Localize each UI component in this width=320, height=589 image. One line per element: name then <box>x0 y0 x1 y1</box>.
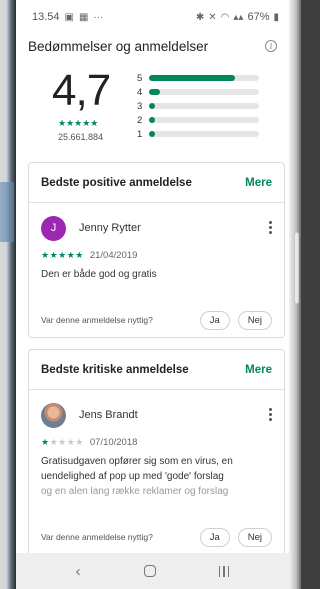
helpful-row: Var denne anmeldelse nyttig? Ja Nej <box>29 303 284 337</box>
histogram-row: 3 <box>137 99 267 113</box>
histogram-label: 3 <box>137 100 143 112</box>
card-title: Bedste kritiske anmeldelse <box>41 363 189 376</box>
image-icon: ▣ <box>64 11 74 23</box>
photo-frame-left <box>0 0 16 589</box>
histogram-row: 2 <box>137 113 267 127</box>
review-date: 21/04/2019 <box>89 249 138 261</box>
critical-review-card: Bedste kritiske anmeldelse Mere Jens Bra… <box>28 349 285 559</box>
home-icon[interactable] <box>143 565 156 577</box>
review-meta: ★★★★★ 21/04/2019 <box>29 247 284 263</box>
more-options-icon[interactable] <box>268 221 272 234</box>
histogram-label: 2 <box>137 114 143 126</box>
ratings-header: Bedømmelser og anmeldelser i <box>16 34 289 58</box>
review-text: Den er både god og gratis <box>41 269 157 280</box>
card-title: Bedste positive anmeldelse <box>41 176 192 189</box>
histogram-label: 5 <box>137 72 143 84</box>
review-stars-empty: ★★★★ <box>49 436 84 447</box>
histogram-row: 5 <box>137 71 267 85</box>
review-text-line: Gratisudgaven opfører sig som en virus, … <box>41 456 233 467</box>
histogram-label: 1 <box>137 128 143 140</box>
helpful-no-button[interactable]: Nej <box>237 527 272 547</box>
reviewer: J Jenny Rytter <box>29 209 284 247</box>
more-icon: ··· <box>93 11 104 23</box>
review-text-line: og en alen lang række reklamer og forsla… <box>41 486 229 497</box>
review-text-line: uendelighed af pop up med 'gode' forslag <box>41 471 224 482</box>
page-title: Bedømmelser og anmeldelser <box>28 38 209 54</box>
phone-bezel-right <box>289 0 301 589</box>
reviewer-name: Jenny Rytter <box>79 222 141 234</box>
reviewer-name: Jens Brandt <box>79 409 138 421</box>
card-header: Bedste positive anmeldelse Mere <box>29 163 284 203</box>
recents-icon[interactable] <box>218 565 230 577</box>
histogram-track <box>149 89 259 95</box>
helpful-question: Var denne anmeldelse nyttig? <box>41 532 153 542</box>
histogram-track <box>149 103 259 109</box>
histogram-label: 4 <box>137 86 143 98</box>
mute-icon: ✕ <box>208 11 217 23</box>
side-button <box>294 232 299 304</box>
histogram-bar <box>149 103 155 109</box>
battery-level: 67% <box>247 11 270 23</box>
helpful-yes-button[interactable]: Ja <box>199 310 230 330</box>
histogram-bar <box>149 89 160 95</box>
helpful-yes-button[interactable]: Ja <box>199 527 230 547</box>
info-icon[interactable]: i <box>265 40 277 52</box>
clock: 13.54 <box>32 11 60 23</box>
histogram-row: 1 <box>137 127 267 141</box>
review-stars-filled: ★ <box>41 436 50 447</box>
review-stars: ★★★★★ <box>41 249 84 260</box>
rating-histogram: 5 4 3 2 1 <box>137 71 267 141</box>
avatar: J <box>41 215 66 241</box>
histogram-bar <box>149 117 155 123</box>
histogram-bar <box>149 131 155 137</box>
helpful-no-button[interactable]: Nej <box>237 310 272 330</box>
more-options-icon[interactable] <box>268 408 272 421</box>
review-date: 07/10/2018 <box>89 436 138 448</box>
reviewer: Jens Brandt <box>29 396 284 434</box>
histogram-track <box>149 131 259 137</box>
wifi-icon: ◠ <box>220 11 230 23</box>
review-count: 25.661.884 <box>58 132 104 142</box>
positive-review-card: Bedste positive anmeldelse Mere J Jenny … <box>28 162 285 338</box>
more-button[interactable]: Mere <box>245 364 272 376</box>
calendar-icon: ▦ <box>78 11 89 23</box>
system-nav-bar: ‹ <box>16 553 289 589</box>
avatar <box>41 402 66 428</box>
review-meta: ★ ★★★★ 07/10/2018 <box>29 434 284 450</box>
review-text: Gratisudgaven opfører sig som en virus, … <box>29 450 284 499</box>
more-button[interactable]: Mere <box>245 177 272 189</box>
phone-screen: 13.54 ▣ ▦ ··· ✱ ✕ ◠ ▴▴ 67% ▮ Bedømmelser… <box>16 0 289 589</box>
helpful-row: Var denne anmeldelse nyttig? Ja Nej <box>29 520 284 554</box>
signal-icon: ▴▴ <box>233 11 244 23</box>
background-band <box>0 182 14 242</box>
helpful-question: Var denne anmeldelse nyttig? <box>41 315 153 325</box>
status-bar: 13.54 ▣ ▦ ··· ✱ ✕ ◠ ▴▴ 67% ▮ <box>16 0 289 34</box>
average-stars: ★★★★★ <box>58 118 99 128</box>
battery-icon: ▮ <box>273 11 279 23</box>
histogram-row: 4 <box>137 85 267 99</box>
average-rating: 4,7 <box>52 66 111 115</box>
histogram-bar <box>149 75 235 81</box>
card-header: Bedste kritiske anmeldelse Mere <box>29 350 284 390</box>
histogram-track <box>149 117 259 123</box>
bluetooth-icon: ✱ <box>195 11 205 23</box>
rating-summary: 4,7 ★★★★★ 25.661.884 5 4 3 2 1 <box>16 58 289 156</box>
histogram-track <box>149 75 259 81</box>
back-icon[interactable]: ‹ <box>76 563 81 580</box>
